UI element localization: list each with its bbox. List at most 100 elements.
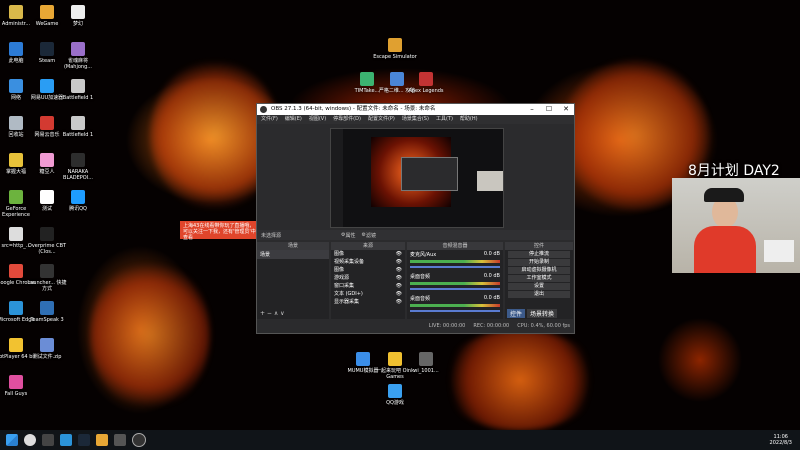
search-icon[interactable] — [24, 434, 36, 446]
desktop-shortcut[interactable]: Fall Guys — [0, 375, 38, 397]
flame-decoration — [440, 330, 600, 430]
desktop-shortcut[interactable]: Apex Legends — [404, 72, 448, 94]
menu-item[interactable]: 场景集合(S) — [402, 115, 429, 124]
control-button[interactable]: 启动虚拟摄像机 — [508, 267, 570, 274]
channel-name: 桌面音频 — [410, 296, 431, 302]
desktop-shortcut[interactable]: Battlefield 1 — [56, 116, 100, 138]
menu-item[interactable]: 停靠部件(D) — [333, 115, 361, 124]
mixer-channel: 桌面音频 0.0 dB — [407, 294, 503, 316]
stream-overlay-title: 8月计划 DAY2 — [688, 163, 780, 179]
menu-item[interactable]: 编辑(E) — [285, 115, 302, 124]
visibility-icon[interactable]: 👁 — [396, 258, 402, 266]
tab-controls[interactable]: 控件 — [507, 309, 526, 318]
desktop-shortcut[interactable]: QQ游戏 — [373, 384, 417, 406]
app-icon — [9, 153, 23, 167]
volume-slider[interactable] — [410, 266, 500, 268]
notification-banner[interactable]: 上海43在线看带你玩了直播哦，可以关注一下我，还有'管理员'中查看 — [180, 221, 262, 241]
desktop-shortcut[interactable]: wi_1001... — [404, 352, 448, 374]
obs-window[interactable]: OBS 27.1.3 (64-bit, windows) - 配置文件: 未命名… — [256, 103, 575, 334]
flame-decoration — [90, 260, 210, 410]
source-item[interactable]: 图像 👁 — [331, 250, 405, 258]
source-item[interactable]: 窗口采集 👁 — [331, 282, 405, 290]
volume-slider[interactable] — [410, 310, 500, 312]
app-icon — [40, 264, 54, 278]
obs-titlebar[interactable]: OBS 27.1.3 (64-bit, windows) - 配置文件: 未命名… — [257, 104, 574, 115]
source-label: 游戏源 — [334, 275, 350, 281]
control-button[interactable]: 停止推流 — [508, 251, 570, 258]
desktop-shortcut[interactable]: Battlefield 1 — [56, 79, 100, 101]
shortcut-label: TeamSpeak 3 — [30, 317, 64, 323]
desktop-shortcut[interactable]: 雀魂麻将 (Mahjong... — [56, 42, 100, 70]
menu-item[interactable]: 文件(F) — [261, 115, 278, 124]
taskview-icon[interactable] — [42, 434, 54, 446]
shortcut-label: Fall Guys — [4, 391, 28, 397]
obs-taskbar-icon[interactable] — [132, 433, 146, 447]
desktop-shortcut[interactable]: Overprime CBT (Clos... — [25, 227, 69, 255]
app-icon — [360, 72, 374, 86]
visibility-icon[interactable]: 👁 — [396, 282, 402, 290]
close-icon[interactable]: ✕ — [558, 104, 574, 115]
menu-item[interactable]: 帮助(H) — [460, 115, 478, 124]
desktop-shortcut[interactable]: NARAKA BLADEPOI... — [56, 153, 100, 181]
app-icon — [9, 5, 23, 19]
app-icon — [40, 153, 54, 167]
taskbar: 11:06 2022/8/3 — [0, 430, 800, 450]
scenes-dock: 场景 场景 + − ∧ ∨ — [257, 242, 329, 319]
source-label: 窗口采集 — [334, 283, 355, 289]
app-icon — [40, 190, 54, 204]
app-icon — [419, 352, 433, 366]
source-item[interactable]: 游戏源 👁 — [331, 274, 405, 282]
source-item[interactable]: 文本 (GDI+) 👁 — [331, 290, 405, 298]
shortcut-label: wi_1001... — [413, 368, 439, 374]
source-item[interactable]: 视频采集设备 👁 — [331, 258, 405, 266]
menu-item[interactable]: 工具(T) — [436, 115, 453, 124]
volume-slider[interactable] — [410, 288, 500, 290]
visibility-icon[interactable]: 👁 — [396, 290, 402, 298]
desktop-shortcut[interactable]: Escape Simulator — [373, 38, 417, 60]
control-button[interactable]: 设置 — [508, 283, 570, 290]
menu-item[interactable]: 视图(V) — [309, 115, 326, 124]
visibility-icon[interactable]: 👁 — [396, 274, 402, 282]
control-button[interactable]: 工作室模式 — [508, 275, 570, 282]
scene-add-icon[interactable]: + − ∧ ∨ — [260, 310, 285, 317]
app-icon — [71, 79, 85, 93]
controls-dock: 控件 停止推流 开始录制 启动虚拟摄像机 工作室模式 设置 退出 控件 场景转换 — [505, 242, 573, 319]
shortcut-label: Escape Simulator — [373, 54, 417, 60]
control-button[interactable]: 退出 — [508, 291, 570, 298]
source-item[interactable]: 图像 👁 — [331, 266, 405, 274]
visibility-icon[interactable]: 👁 — [396, 250, 402, 258]
shortcut-label: Apex Legends — [408, 88, 444, 94]
app-icon — [356, 352, 370, 366]
menu-item[interactable]: 配置文件(P) — [368, 115, 395, 124]
visibility-icon[interactable]: 👁 — [396, 266, 402, 274]
app-icon — [9, 375, 23, 389]
explorer-icon[interactable] — [96, 434, 108, 446]
visibility-icon[interactable]: 👁 — [396, 298, 402, 306]
scene-item[interactable]: 场景 — [257, 250, 329, 259]
minimize-icon[interactable]: – — [524, 104, 540, 115]
edge-icon[interactable] — [60, 434, 72, 446]
tab-scene-transitions[interactable]: 场景转换 — [527, 309, 558, 318]
obs-statusbar: LIVE: 00:00:00 REC: 00:00:00 CPU: 0.4%, … — [257, 320, 574, 331]
desktop-shortcut[interactable]: 腾讯QQ — [56, 190, 100, 212]
maximize-icon[interactable]: ☐ — [541, 104, 557, 115]
cpu-status: CPU: 0.4%, 60.00 fps — [517, 322, 570, 329]
shortcut-label: Overprime CBT (Clos... — [27, 243, 67, 255]
steam-icon[interactable] — [78, 434, 90, 446]
start-icon[interactable] — [6, 434, 18, 446]
mixer-dock: 音频混音器 麦克风/Aux 0.0 dB 桌面音频 0.0 dB 桌面音频 0.0 dB — [407, 242, 503, 319]
source-item[interactable]: 显示器采集 👁 — [331, 298, 405, 306]
volume-meter — [410, 260, 500, 263]
app-icon[interactable] — [114, 434, 126, 446]
desktop-shortcut[interactable]: 梦幻 — [56, 5, 100, 27]
desktop-shortcut[interactable]: 测试文件.zip — [25, 338, 69, 360]
desktop-shortcut[interactable]: TeamSpeak 3 — [25, 301, 69, 323]
obs-preview[interactable] — [330, 128, 504, 228]
properties-button[interactable]: 属性 — [346, 232, 356, 239]
control-button[interactable]: 开始录制 — [508, 259, 570, 266]
filters-button[interactable]: 滤镜 — [366, 232, 376, 239]
shortcut-label: Launcher... 快捷方式 — [27, 280, 67, 292]
channel-level: 0.0 dB — [483, 251, 500, 257]
app-icon — [9, 42, 23, 56]
desktop-shortcut[interactable]: Launcher... 快捷方式 — [25, 264, 69, 292]
